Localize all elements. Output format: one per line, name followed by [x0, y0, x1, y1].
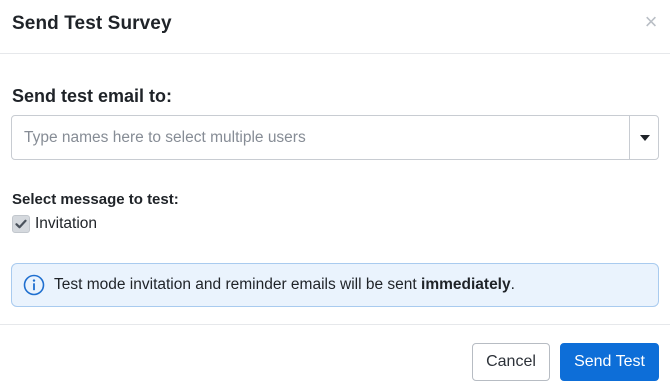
invitation-label: Invitation	[35, 215, 98, 232]
send-test-survey-dialog: Send Test Survey × Send test email to: S…	[0, 0, 670, 392]
recipients-search-input[interactable]	[24, 116, 624, 159]
message-heading: Select message to test:	[12, 191, 179, 208]
info-text-main: Test mode invitation and reminder emails…	[54, 276, 422, 293]
recipients-dropdown-toggle[interactable]	[629, 116, 659, 159]
recipients-heading: Send test email to:	[12, 86, 173, 106]
info-circle-icon	[23, 274, 45, 296]
close-icon[interactable]: ×	[640, 9, 662, 35]
info-text-emphasis: immediately	[421, 276, 511, 293]
dialog-header: Send Test Survey ×	[0, 0, 670, 54]
invitation-checkbox[interactable]	[12, 215, 30, 233]
info-text-end: .	[510, 276, 515, 293]
send-test-button[interactable]: Send Test	[560, 343, 659, 381]
checkmark-icon	[15, 219, 27, 229]
info-notice: Test mode invitation and reminder emails…	[11, 263, 659, 307]
footer-divider	[0, 324, 670, 325]
dialog-title: Send Test Survey	[12, 13, 172, 34]
info-notice-text: Test mode invitation and reminder emails…	[54, 276, 515, 294]
caret-down-icon	[639, 134, 650, 141]
invitation-option[interactable]: Invitation	[12, 214, 97, 234]
recipients-select[interactable]	[11, 115, 659, 160]
cancel-button[interactable]: Cancel	[472, 343, 550, 381]
